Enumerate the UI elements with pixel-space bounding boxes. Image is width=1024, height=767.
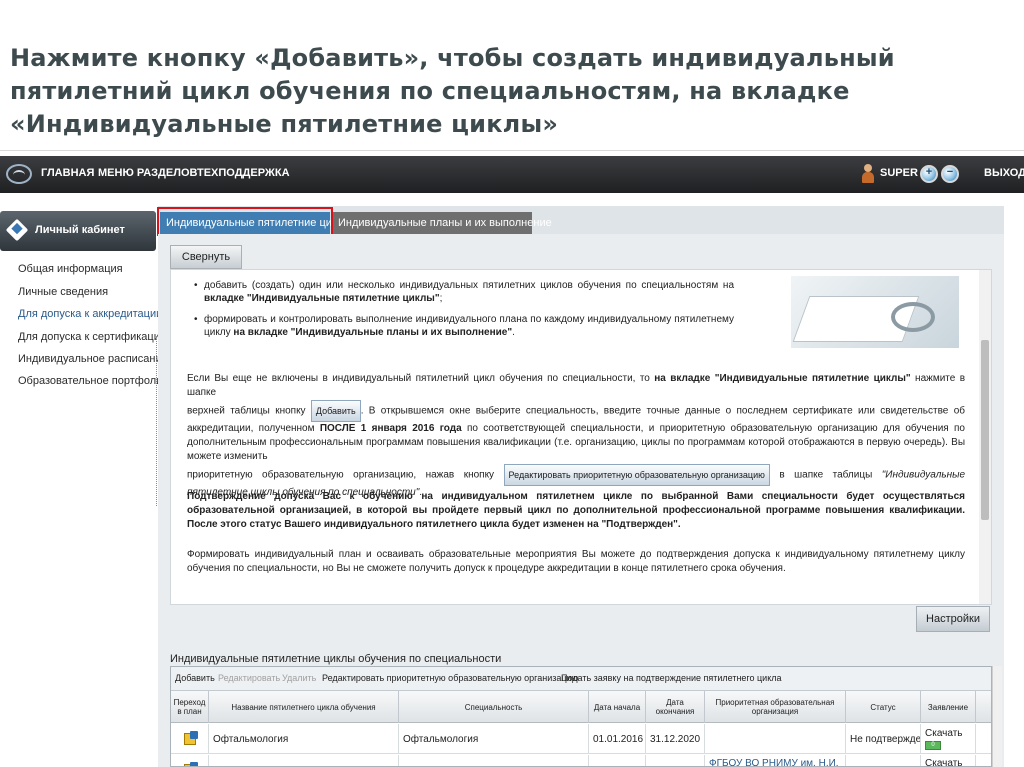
end-date-cell: 31.12.2020 [646, 724, 705, 754]
tab-individual-plans[interactable]: Индивидуальные планы и их выполнение [332, 212, 552, 234]
collapse-button[interactable]: Свернуть [170, 245, 242, 269]
settings-button[interactable]: Настройки [916, 606, 990, 632]
status-cell [846, 755, 921, 766]
table-row[interactable]: Офтальмология Офтальмология 01.01.2016 3… [171, 724, 991, 754]
logout-link[interactable]: ВЫХОД [984, 167, 1024, 179]
specialty-cell [399, 755, 589, 766]
app-screenshot: ГЛАВНАЯ МЕНЮ РАЗДЕЛОВ ТЕХПОДДЕРЖКА SUPER… [0, 156, 1024, 767]
cabinet-icon [5, 218, 29, 242]
slide-title-line: пятилетний цикл обучения по специальност… [10, 77, 850, 105]
go-to-plan-cell [171, 755, 209, 766]
info-bullet: формировать и контролировать выполнение … [194, 313, 734, 339]
column-header[interactable]: Заявление [921, 691, 976, 723]
table-header: Переход в план Название пятилетнего цикл… [171, 691, 991, 723]
table-toolbar: Добавить Редактировать Удалить Редактиро… [171, 667, 991, 691]
nav-home[interactable]: ГЛАВНАЯ [41, 167, 94, 179]
go-to-plan-icon[interactable] [183, 731, 198, 745]
column-header[interactable]: Дата окончания [646, 691, 705, 723]
edit-priority-org-button[interactable]: Редактировать приоритетную образовательн… [322, 673, 578, 683]
column-header[interactable]: Переход в план [171, 691, 209, 723]
grid-title: Индивидуальные пятилетние циклы обучения… [170, 653, 502, 665]
cycle-name-cell [209, 755, 399, 766]
download-link[interactable]: Скачать [925, 728, 963, 739]
submit-application-button[interactable]: Подать заявку на подтверждение пятилетне… [561, 673, 782, 683]
sidebar-item-portfolio[interactable]: Образовательное портфолио [18, 375, 168, 387]
column-header[interactable]: Статус [846, 691, 921, 723]
info-bullet: добавить (создать) один или несколько ин… [194, 279, 734, 305]
table-row[interactable]: ФГБОУ ВО РНИМУ им. Н.И. Скачать [171, 755, 991, 766]
illustration-image [791, 276, 959, 348]
edit-org-button-example: Редактировать приоритетную образовательн… [503, 464, 770, 486]
application-cell: Скачать 0 [921, 724, 976, 754]
zoom-out-icon[interactable]: − [941, 165, 959, 183]
title-divider [0, 150, 1024, 151]
column-header[interactable]: Приоритетная образовательная организация [705, 691, 846, 723]
edit-button[interactable]: Редактировать [218, 673, 280, 683]
info-paragraph: Если Вы еще не включены в индивидуальный… [187, 373, 966, 498]
slide-title: Нажмите кнопку «Добавить», чтобы создать… [10, 42, 1010, 141]
column-header[interactable]: Название пятилетнего цикла обучения [209, 691, 399, 723]
go-to-plan-cell [171, 724, 209, 754]
sidebar-header-label: Личный кабинет [35, 224, 125, 236]
user-icon [862, 164, 874, 184]
start-date-cell: 01.01.2016 [589, 724, 646, 754]
info-paragraph: Подтверждение допуска Вас к обучению на … [187, 491, 965, 530]
download-count-badge: 0 [925, 741, 941, 750]
specialty-cell: Офтальмология [399, 724, 589, 754]
sidebar-item-personal-info[interactable]: Личные сведения [18, 286, 108, 298]
nav-support[interactable]: ТЕХПОДДЕРЖКА [197, 167, 290, 179]
sidebar-item-certification[interactable]: Для допуска к сертификации [18, 331, 166, 343]
end-date-cell [646, 755, 705, 766]
top-navigation-bar: ГЛАВНАЯ МЕНЮ РАЗДЕЛОВ ТЕХПОДДЕРЖКА SUPER… [0, 156, 1024, 193]
tab-highlight-frame [157, 207, 333, 236]
nav-sections-menu[interactable]: МЕНЮ РАЗДЕЛОВ [98, 167, 197, 179]
status-cell: Не подтвержден [846, 724, 921, 754]
delete-button[interactable]: Удалить [282, 673, 316, 683]
slide-title-line: «Индивидуальные пятилетние циклы» [10, 110, 559, 138]
sidebar-item-accreditation[interactable]: Для допуска к аккредитации [18, 308, 162, 320]
add-button-example: Добавить [310, 400, 361, 422]
zoom-in-icon[interactable]: + [920, 165, 938, 183]
start-date-cell [589, 755, 646, 766]
add-button[interactable]: Добавить [175, 673, 215, 683]
logo-icon[interactable] [6, 164, 32, 184]
cycles-table: Добавить Редактировать Удалить Редактиро… [170, 666, 992, 767]
cycle-name-cell: Офтальмология [209, 724, 399, 754]
info-panel: добавить (создать) один или несколько ин… [170, 269, 992, 605]
info-paragraph: Формировать индивидуальный план и осваив… [187, 549, 965, 574]
column-header[interactable]: Специальность [399, 691, 589, 723]
org-cell [705, 724, 846, 754]
download-link[interactable]: Скачать [921, 755, 976, 766]
table-scrollbar[interactable] [992, 666, 1002, 767]
sidebar-header[interactable]: Личный кабинет [0, 211, 156, 251]
slide-title-line: Нажмите кнопку «Добавить», чтобы создать… [10, 44, 895, 72]
column-header[interactable]: Дата начала [589, 691, 646, 723]
sidebar-item-schedule[interactable]: Индивидуальное расписание [18, 353, 168, 365]
org-cell[interactable]: ФГБОУ ВО РНИМУ им. Н.И. [705, 755, 846, 766]
sidebar-item-general-info[interactable]: Общая информация [18, 263, 123, 275]
username[interactable]: SUPER [880, 167, 918, 179]
info-scrollbar[interactable] [979, 270, 991, 604]
